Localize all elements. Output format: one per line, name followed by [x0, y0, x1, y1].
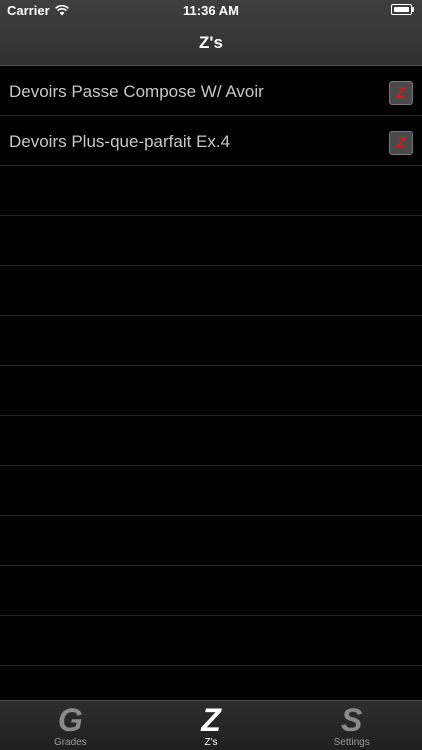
grades-g-icon: G [57, 702, 83, 738]
z-badge-icon[interactable]: Z [389, 131, 413, 155]
empty-row [0, 166, 422, 216]
page-title: Z's [199, 33, 223, 52]
status-time: 11:36 AM [183, 3, 239, 18]
empty-row [0, 216, 422, 266]
empty-row [0, 666, 422, 700]
list-item-label: Devoirs Plus-que-parfait Ex.4 [9, 132, 231, 151]
tab-label: Grades [53, 737, 87, 748]
empty-row [0, 366, 422, 416]
navigation-bar: Z's [0, 20, 422, 66]
tab-bar: G Grades Z Z's S Settings [0, 700, 422, 750]
empty-row [0, 516, 422, 566]
empty-row [0, 466, 422, 516]
list-item[interactable]: Devoirs Plus-que-parfait Ex.4 Z [0, 116, 422, 166]
empty-row [0, 266, 422, 316]
empty-row [0, 616, 422, 666]
list-item[interactable]: Devoirs Passe Compose W/ Avoir Z [0, 66, 422, 116]
tab-label: Z's [204, 737, 218, 748]
z-badge-icon[interactable]: Z [389, 81, 413, 105]
empty-row [0, 416, 422, 466]
list-item-label: Devoirs Passe Compose W/ Avoir [9, 82, 264, 101]
settings-s-icon: S [341, 702, 363, 738]
tab-zs[interactable]: Z Z's [141, 701, 282, 750]
tab-label: Settings [333, 737, 370, 748]
tab-settings[interactable]: S Settings [281, 701, 422, 750]
empty-row [0, 316, 422, 366]
empty-row [0, 566, 422, 616]
zs-z-icon: Z [201, 702, 221, 738]
tab-grades[interactable]: G Grades [0, 701, 141, 750]
status-bar: Carrier 11:36 AM [0, 0, 422, 20]
assignment-list[interactable]: Devoirs Passe Compose W/ Avoir Z Devoirs… [0, 66, 422, 700]
battery-icon [391, 4, 415, 15]
